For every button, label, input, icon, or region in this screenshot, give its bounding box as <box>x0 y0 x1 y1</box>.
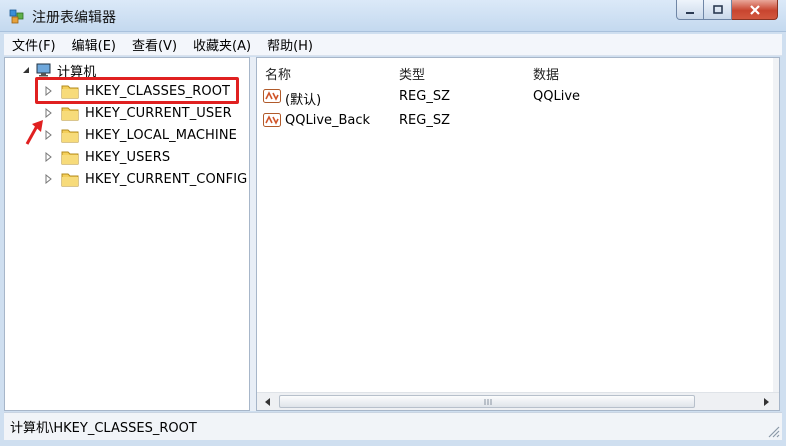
annotation-highlight-box <box>35 77 239 104</box>
resize-grip-icon[interactable] <box>766 424 780 438</box>
scroll-right-arrow-icon[interactable] <box>759 396 773 408</box>
value-data: QQLive <box>533 89 581 104</box>
expand-arrow-icon[interactable] <box>43 152 53 162</box>
collapse-arrow-icon <box>23 67 29 73</box>
value-type: REG_SZ <box>399 113 450 128</box>
tree-item-hkey-local-machine[interactable]: HKEY_LOCAL_MACHINE <box>43 125 237 145</box>
tree-item-hkey-users[interactable]: HKEY_USERS <box>43 147 170 167</box>
values-pane[interactable]: 名称 类型 数据 (默认) REG_SZ QQLive QQLive_Back … <box>256 57 780 411</box>
window-controls <box>676 0 778 22</box>
value-name: QQLive_Back <box>285 113 371 128</box>
menu-view[interactable]: 查看(V) <box>124 35 185 54</box>
minimize-icon <box>686 11 694 14</box>
scroll-left-arrow-icon[interactable] <box>261 396 275 408</box>
tree-item-label: HKEY_CURRENT_CONFIG <box>85 171 248 187</box>
list-row[interactable]: QQLive_Back REG_SZ <box>263 111 773 131</box>
menu-favorites[interactable]: 收藏夹(A) <box>185 35 259 54</box>
tree-item-hkey-current-config[interactable]: HKEY_CURRENT_CONFIG <box>43 169 247 189</box>
grip-lines-icon <box>484 399 492 405</box>
folder-icon <box>61 173 79 187</box>
folder-icon <box>61 107 79 121</box>
expand-arrow-icon[interactable] <box>43 174 53 184</box>
menu-file[interactable]: 文件(F) <box>4 35 64 54</box>
value-name: (默认) <box>285 93 322 108</box>
menu-bar: 文件(F) 编辑(E) 查看(V) 收藏夹(A) 帮助(H) <box>4 34 782 56</box>
maximize-button[interactable] <box>704 0 732 20</box>
tree-root[interactable]: 计算机 <box>21 62 96 80</box>
column-header-type[interactable]: 类型 <box>399 64 425 83</box>
menu-help[interactable]: 帮助(H) <box>259 35 321 54</box>
tree-pane[interactable]: 计算机 HKEY_CLASSES_ROOT HKEY_CURRENT_USER … <box>4 57 250 411</box>
tree-item-label: HKEY_USERS <box>85 149 171 165</box>
maximize-icon <box>712 4 723 14</box>
expand-arrow-icon[interactable] <box>43 108 53 118</box>
annotation-arrow-icon <box>25 120 43 145</box>
value-type: REG_SZ <box>399 89 450 104</box>
string-value-icon <box>263 89 281 103</box>
menu-edit[interactable]: 编辑(E) <box>64 35 124 54</box>
string-value-icon <box>263 113 281 127</box>
tree-item-hkey-current-user[interactable]: HKEY_CURRENT_USER <box>43 103 232 123</box>
close-icon <box>749 4 760 15</box>
close-button[interactable] <box>732 0 778 20</box>
list-row[interactable]: (默认) REG_SZ QQLive <box>263 87 773 108</box>
computer-icon <box>36 63 51 77</box>
registry-editor-icon <box>9 9 24 24</box>
window-title: 注册表编辑器 <box>32 10 116 26</box>
status-path: 计算机\HKEY_CLASSES_ROOT <box>10 421 197 436</box>
vertical-scrollbar[interactable] <box>773 58 779 392</box>
column-header-name[interactable]: 名称 <box>265 64 291 83</box>
horizontal-scrollbar[interactable] <box>257 392 779 410</box>
folder-icon <box>61 129 79 143</box>
column-header-data[interactable]: 数据 <box>533 64 559 83</box>
tree-item-label: HKEY_LOCAL_MACHINE <box>85 127 237 143</box>
folder-icon <box>61 151 79 165</box>
minimize-button[interactable] <box>676 0 704 20</box>
status-bar: 计算机\HKEY_CLASSES_ROOT <box>4 412 782 440</box>
title-bar[interactable]: 注册表编辑器 <box>0 0 786 32</box>
tree-item-label: HKEY_CURRENT_USER <box>85 105 232 121</box>
scrollbar-thumb[interactable] <box>279 395 695 408</box>
